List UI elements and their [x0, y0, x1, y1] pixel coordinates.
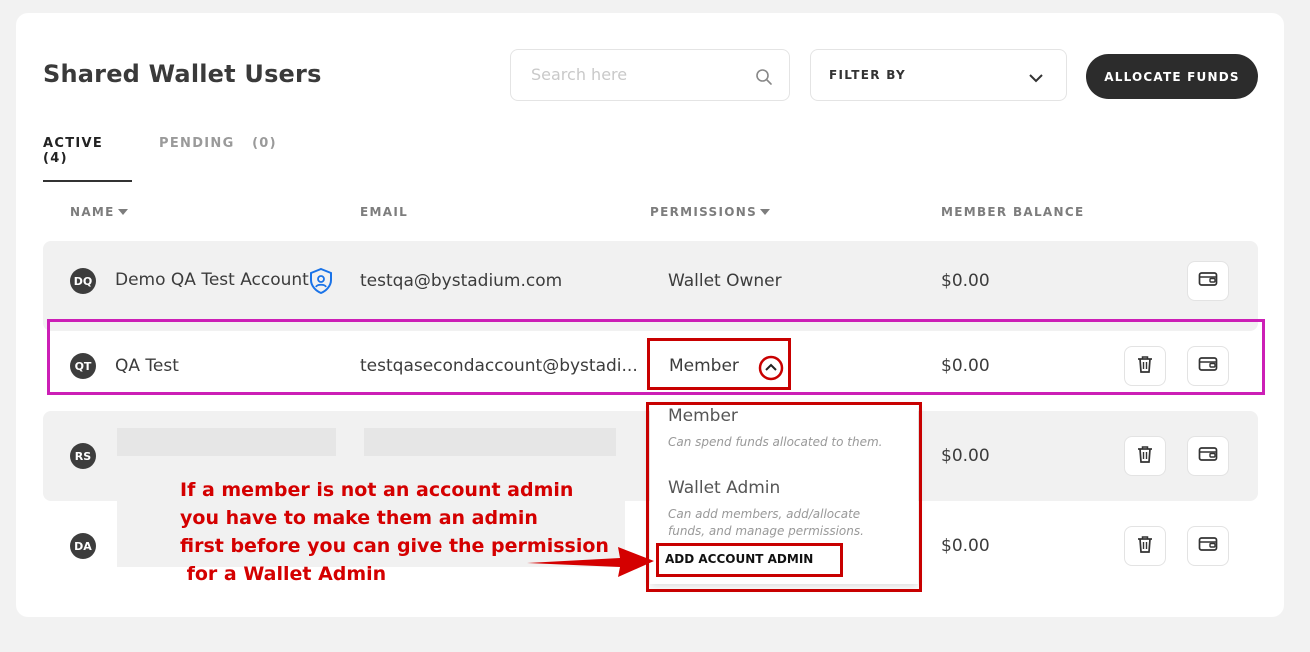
arrow-icon	[527, 547, 654, 577]
